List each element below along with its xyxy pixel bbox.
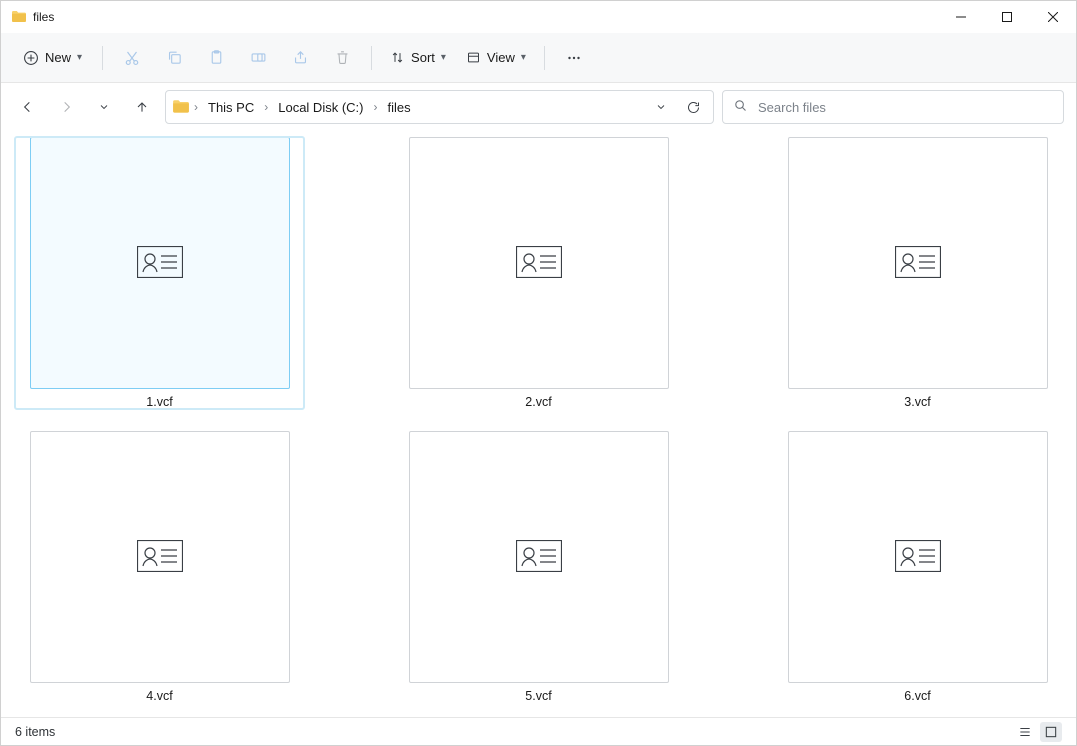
thumbnails-view-button[interactable] — [1040, 722, 1062, 742]
file-item[interactable]: 1.vcf — [15, 137, 304, 409]
file-thumbnail — [30, 137, 290, 389]
chevron-down-icon: ▾ — [521, 52, 526, 63]
rename-button[interactable] — [239, 40, 277, 76]
file-name: 5.vcf — [525, 689, 551, 703]
search-box[interactable] — [722, 90, 1064, 124]
nav-row: › This PC › Local Disk (C:) › files — [1, 83, 1076, 131]
view-label: View — [487, 50, 515, 65]
content-area: 1.vcf 2.vcf 3.vcf 4.vcf — [1, 131, 1076, 717]
file-name: 6.vcf — [904, 689, 930, 703]
file-name: 1.vcf — [146, 395, 172, 409]
chevron-down-icon: ▾ — [77, 52, 82, 63]
search-icon — [733, 98, 748, 116]
chevron-right-icon: › — [264, 100, 268, 114]
delete-button[interactable] — [323, 40, 361, 76]
titlebar: files — [1, 1, 1076, 33]
new-button-label: New — [45, 50, 71, 65]
toolbar: New ▾ Sort ▾ View ▾ — [1, 33, 1076, 83]
file-item[interactable]: 6.vcf — [773, 431, 1062, 703]
search-input[interactable] — [758, 100, 1053, 115]
vcard-icon — [895, 540, 941, 575]
sort-label: Sort — [411, 50, 435, 65]
recent-locations-button[interactable] — [89, 92, 119, 122]
status-bar: 6 items — [1, 717, 1076, 745]
chevron-right-icon: › — [373, 100, 377, 114]
file-name: 4.vcf — [146, 689, 172, 703]
window-title: files — [33, 10, 54, 24]
details-view-button[interactable] — [1014, 722, 1036, 742]
address-dropdown-button[interactable] — [647, 93, 675, 121]
breadcrumb-segment[interactable]: files — [381, 97, 416, 118]
vcard-icon — [137, 246, 183, 281]
view-button[interactable]: View ▾ — [458, 44, 534, 71]
folder-icon — [11, 9, 27, 25]
breadcrumb-segment[interactable]: Local Disk (C:) — [272, 97, 369, 118]
refresh-button[interactable] — [679, 93, 707, 121]
vcard-icon — [516, 540, 562, 575]
copy-button[interactable] — [155, 40, 193, 76]
minimize-button[interactable] — [938, 1, 984, 33]
folder-icon — [172, 98, 190, 116]
file-thumbnail — [409, 137, 669, 389]
file-item[interactable]: 3.vcf — [773, 137, 1062, 409]
more-button[interactable] — [555, 40, 593, 76]
file-item[interactable]: 2.vcf — [394, 137, 683, 409]
chevron-right-icon: › — [194, 100, 198, 114]
vcard-icon — [137, 540, 183, 575]
address-bar[interactable]: › This PC › Local Disk (C:) › files — [165, 90, 714, 124]
file-name: 3.vcf — [904, 395, 930, 409]
new-button[interactable]: New ▾ — [13, 44, 92, 72]
breadcrumb-segment[interactable]: This PC — [202, 97, 260, 118]
file-item[interactable]: 4.vcf — [15, 431, 304, 703]
file-name: 2.vcf — [525, 395, 551, 409]
close-button[interactable] — [1030, 1, 1076, 33]
chevron-down-icon: ▾ — [441, 52, 446, 63]
sort-button[interactable]: Sort ▾ — [382, 44, 454, 71]
up-button[interactable] — [127, 92, 157, 122]
paste-button[interactable] — [197, 40, 235, 76]
vcard-icon — [516, 246, 562, 281]
maximize-button[interactable] — [984, 1, 1030, 33]
file-thumbnail — [788, 137, 1048, 389]
cut-button[interactable] — [113, 40, 151, 76]
back-button[interactable] — [13, 92, 43, 122]
file-thumbnail — [409, 431, 669, 683]
status-text: 6 items — [15, 725, 55, 739]
file-thumbnail — [30, 431, 290, 683]
forward-button[interactable] — [51, 92, 81, 122]
file-item[interactable]: 5.vcf — [394, 431, 683, 703]
share-button[interactable] — [281, 40, 319, 76]
vcard-icon — [895, 246, 941, 281]
file-thumbnail — [788, 431, 1048, 683]
